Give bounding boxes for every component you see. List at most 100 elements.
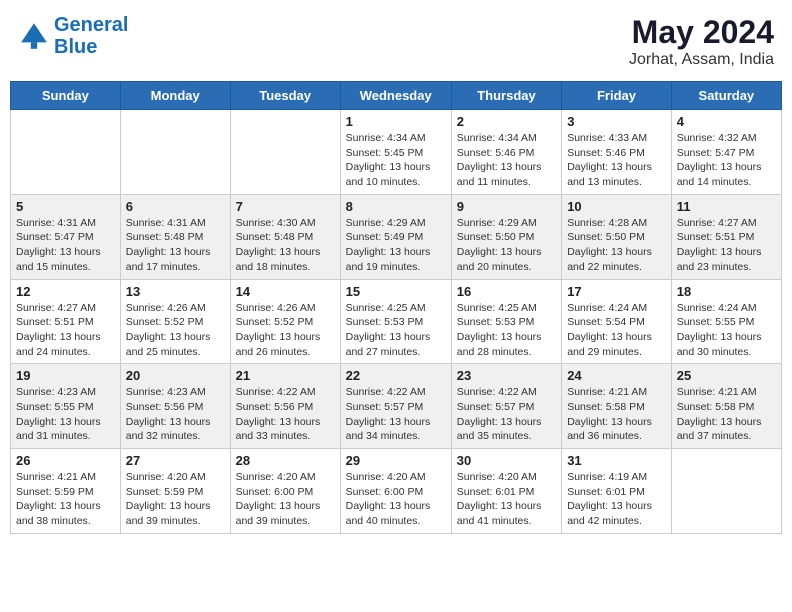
day-number: 1 bbox=[346, 114, 446, 129]
day-number: 13 bbox=[126, 284, 225, 299]
calendar-cell: 23 Sunrise: 4:22 AM Sunset: 5:57 PM Dayli… bbox=[451, 364, 561, 449]
page-header: General Blue May 2024 Jorhat, Assam, Ind… bbox=[10, 10, 782, 73]
calendar-cell: 4 Sunrise: 4:32 AM Sunset: 5:47 PM Daylig… bbox=[671, 110, 781, 195]
day-number: 22 bbox=[346, 368, 446, 383]
month-year: May 2024 bbox=[629, 14, 774, 51]
day-info: Sunrise: 4:33 AM Sunset: 5:46 PM Dayligh… bbox=[567, 131, 666, 190]
weekday-row: SundayMondayTuesdayWednesdayThursdayFrid… bbox=[11, 82, 782, 110]
calendar-cell: 19 Sunrise: 4:23 AM Sunset: 5:55 PM Dayli… bbox=[11, 364, 121, 449]
day-info: Sunrise: 4:27 AM Sunset: 5:51 PM Dayligh… bbox=[16, 301, 115, 360]
calendar-cell: 7Sunrise: 4:30 AM Sunset: 5:48 PM Daylig… bbox=[230, 194, 340, 279]
day-info: Sunrise: 4:27 AM Sunset: 5:51 PM Dayligh… bbox=[677, 216, 776, 275]
weekday-header: Monday bbox=[120, 82, 230, 110]
day-number: 29 bbox=[346, 453, 446, 468]
day-info: Sunrise: 4:20 AM Sunset: 6:00 PM Dayligh… bbox=[236, 470, 335, 529]
logo-text: General Blue bbox=[54, 14, 128, 58]
calendar-cell: 6 Sunrise: 4:31 AM Sunset: 5:48 PM Daylig… bbox=[120, 194, 230, 279]
day-info: Sunrise: 4:28 AM Sunset: 5:50 PM Dayligh… bbox=[567, 216, 666, 275]
weekday-header: Sunday bbox=[11, 82, 121, 110]
day-info: Sunrise: 4:26 AM Sunset: 5:52 PM Dayligh… bbox=[126, 301, 225, 360]
day-number: 31 bbox=[567, 453, 666, 468]
day-info: Sunrise: 4:32 AM Sunset: 5:47 PM Dayligh… bbox=[677, 131, 776, 190]
calendar-cell: 10Sunrise: 4:28 AM Sunset: 5:50 PM Dayli… bbox=[562, 194, 672, 279]
calendar-cell: 25 Sunrise: 4:21 AM Sunset: 5:58 PM Dayli… bbox=[671, 364, 781, 449]
day-number: 5 bbox=[16, 199, 115, 214]
calendar-cell: 18 Sunrise: 4:24 AM Sunset: 5:55 PM Dayli… bbox=[671, 279, 781, 364]
weekday-header: Wednesday bbox=[340, 82, 451, 110]
day-number: 16 bbox=[457, 284, 556, 299]
day-number: 19 bbox=[16, 368, 115, 383]
day-number: 4 bbox=[677, 114, 776, 129]
calendar-cell bbox=[671, 449, 781, 534]
day-info: Sunrise: 4:24 AM Sunset: 5:55 PM Dayligh… bbox=[677, 301, 776, 360]
day-number: 20 bbox=[126, 368, 225, 383]
calendar-cell: 16 Sunrise: 4:25 AM Sunset: 5:53 PM Dayli… bbox=[451, 279, 561, 364]
calendar-cell: 5Sunrise: 4:31 AM Sunset: 5:47 PM Daylig… bbox=[11, 194, 121, 279]
day-number: 11 bbox=[677, 199, 776, 214]
day-number: 6 bbox=[126, 199, 225, 214]
day-number: 28 bbox=[236, 453, 335, 468]
day-info: Sunrise: 4:23 AM Sunset: 5:55 PM Dayligh… bbox=[16, 385, 115, 444]
calendar-cell: 8 Sunrise: 4:29 AM Sunset: 5:49 PM Daylig… bbox=[340, 194, 451, 279]
day-number: 15 bbox=[346, 284, 446, 299]
day-number: 23 bbox=[457, 368, 556, 383]
day-info: Sunrise: 4:20 AM Sunset: 5:59 PM Dayligh… bbox=[126, 470, 225, 529]
weekday-header: Saturday bbox=[671, 82, 781, 110]
calendar-cell: 28 Sunrise: 4:20 AM Sunset: 6:00 PM Dayli… bbox=[230, 449, 340, 534]
calendar-cell bbox=[120, 110, 230, 195]
day-info: Sunrise: 4:34 AM Sunset: 5:46 PM Dayligh… bbox=[457, 131, 556, 190]
calendar-cell: 9 Sunrise: 4:29 AM Sunset: 5:50 PM Daylig… bbox=[451, 194, 561, 279]
calendar-cell bbox=[11, 110, 121, 195]
day-info: Sunrise: 4:29 AM Sunset: 5:50 PM Dayligh… bbox=[457, 216, 556, 275]
calendar-cell: 20 Sunrise: 4:23 AM Sunset: 5:56 PM Dayli… bbox=[120, 364, 230, 449]
calendar-week-row: 12 Sunrise: 4:27 AM Sunset: 5:51 PM Dayli… bbox=[11, 279, 782, 364]
day-info: Sunrise: 4:19 AM Sunset: 6:01 PM Dayligh… bbox=[567, 470, 666, 529]
calendar-cell: 11 Sunrise: 4:27 AM Sunset: 5:51 PM Dayli… bbox=[671, 194, 781, 279]
day-number: 8 bbox=[346, 199, 446, 214]
calendar-cell: 12 Sunrise: 4:27 AM Sunset: 5:51 PM Dayli… bbox=[11, 279, 121, 364]
calendar-cell: 24Sunrise: 4:21 AM Sunset: 5:58 PM Dayli… bbox=[562, 364, 672, 449]
day-info: Sunrise: 4:23 AM Sunset: 5:56 PM Dayligh… bbox=[126, 385, 225, 444]
calendar-week-row: 5Sunrise: 4:31 AM Sunset: 5:47 PM Daylig… bbox=[11, 194, 782, 279]
calendar-cell: 26Sunrise: 4:21 AM Sunset: 5:59 PM Dayli… bbox=[11, 449, 121, 534]
calendar-cell: 22 Sunrise: 4:22 AM Sunset: 5:57 PM Dayli… bbox=[340, 364, 451, 449]
day-number: 26 bbox=[16, 453, 115, 468]
day-info: Sunrise: 4:22 AM Sunset: 5:57 PM Dayligh… bbox=[457, 385, 556, 444]
day-info: Sunrise: 4:22 AM Sunset: 5:57 PM Dayligh… bbox=[346, 385, 446, 444]
calendar-cell: 17Sunrise: 4:24 AM Sunset: 5:54 PM Dayli… bbox=[562, 279, 672, 364]
day-number: 3 bbox=[567, 114, 666, 129]
day-info: Sunrise: 4:20 AM Sunset: 6:00 PM Dayligh… bbox=[346, 470, 446, 529]
day-info: Sunrise: 4:31 AM Sunset: 5:48 PM Dayligh… bbox=[126, 216, 225, 275]
calendar-table: SundayMondayTuesdayWednesdayThursdayFrid… bbox=[10, 81, 782, 534]
day-number: 25 bbox=[677, 368, 776, 383]
calendar-week-row: 19 Sunrise: 4:23 AM Sunset: 5:55 PM Dayli… bbox=[11, 364, 782, 449]
day-number: 2 bbox=[457, 114, 556, 129]
day-number: 27 bbox=[126, 453, 225, 468]
calendar-cell: 21Sunrise: 4:22 AM Sunset: 5:56 PM Dayli… bbox=[230, 364, 340, 449]
day-number: 12 bbox=[16, 284, 115, 299]
weekday-header: Tuesday bbox=[230, 82, 340, 110]
calendar-cell: 29 Sunrise: 4:20 AM Sunset: 6:00 PM Dayli… bbox=[340, 449, 451, 534]
calendar-cell: 3 Sunrise: 4:33 AM Sunset: 5:46 PM Daylig… bbox=[562, 110, 672, 195]
logo-icon bbox=[18, 20, 50, 52]
day-info: Sunrise: 4:22 AM Sunset: 5:56 PM Dayligh… bbox=[236, 385, 335, 444]
day-info: Sunrise: 4:34 AM Sunset: 5:45 PM Dayligh… bbox=[346, 131, 446, 190]
calendar-header: SundayMondayTuesdayWednesdayThursdayFrid… bbox=[11, 82, 782, 110]
day-info: Sunrise: 4:26 AM Sunset: 5:52 PM Dayligh… bbox=[236, 301, 335, 360]
calendar-cell: 14Sunrise: 4:26 AM Sunset: 5:52 PM Dayli… bbox=[230, 279, 340, 364]
calendar-cell bbox=[230, 110, 340, 195]
day-info: Sunrise: 4:25 AM Sunset: 5:53 PM Dayligh… bbox=[457, 301, 556, 360]
day-info: Sunrise: 4:20 AM Sunset: 6:01 PM Dayligh… bbox=[457, 470, 556, 529]
day-info: Sunrise: 4:21 AM Sunset: 5:58 PM Dayligh… bbox=[677, 385, 776, 444]
day-info: Sunrise: 4:25 AM Sunset: 5:53 PM Dayligh… bbox=[346, 301, 446, 360]
calendar-cell: 30Sunrise: 4:20 AM Sunset: 6:01 PM Dayli… bbox=[451, 449, 561, 534]
calendar-cell: 1 Sunrise: 4:34 AM Sunset: 5:45 PM Daylig… bbox=[340, 110, 451, 195]
day-number: 9 bbox=[457, 199, 556, 214]
day-number: 18 bbox=[677, 284, 776, 299]
calendar-week-row: 26Sunrise: 4:21 AM Sunset: 5:59 PM Dayli… bbox=[11, 449, 782, 534]
day-number: 7 bbox=[236, 199, 335, 214]
calendar-cell: 2 Sunrise: 4:34 AM Sunset: 5:46 PM Daylig… bbox=[451, 110, 561, 195]
day-info: Sunrise: 4:29 AM Sunset: 5:49 PM Dayligh… bbox=[346, 216, 446, 275]
weekday-header: Friday bbox=[562, 82, 672, 110]
title-block: May 2024 Jorhat, Assam, India bbox=[629, 14, 774, 69]
